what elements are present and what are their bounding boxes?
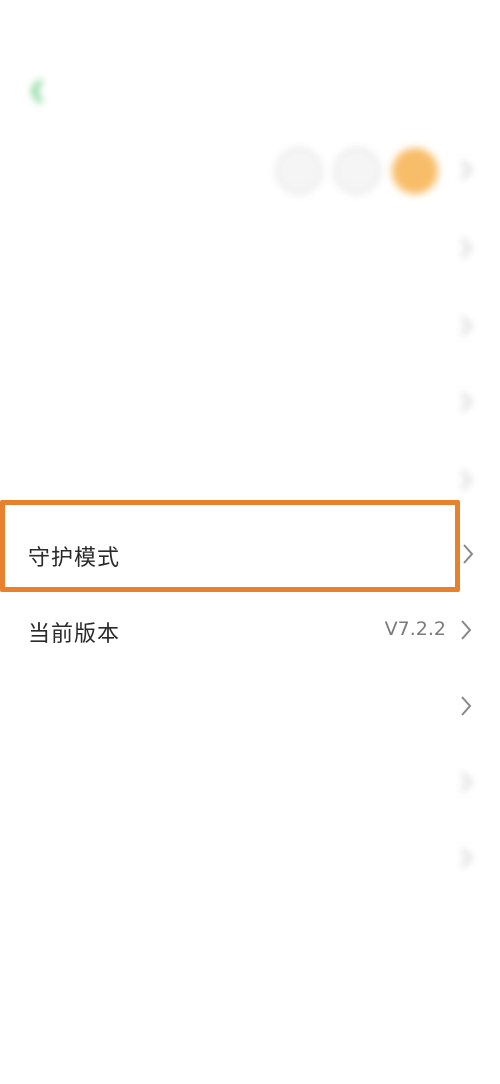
chevron-right-icon [458, 390, 474, 414]
chevron-right-icon [458, 694, 474, 718]
chevron-right-icon [458, 158, 474, 182]
chevron-right-icon [460, 542, 476, 566]
settings-row-10[interactable] [0, 822, 500, 900]
settings-row-3[interactable] [0, 290, 500, 368]
avatar-options [276, 148, 438, 194]
chevron-right-icon [458, 236, 474, 260]
header: ❮ [0, 56, 500, 132]
status-bar [0, 0, 500, 56]
chevron-right-icon [458, 468, 474, 492]
settings-row-4[interactable] [0, 366, 500, 444]
chevron-right-icon [458, 846, 474, 870]
settings-row-2[interactable] [0, 212, 500, 290]
row-label: 当前版本 [28, 622, 121, 647]
settings-row-about[interactable] [0, 670, 500, 748]
avatar[interactable] [334, 148, 380, 194]
settings-row-9[interactable] [0, 746, 500, 824]
chevron-right-icon [458, 314, 474, 338]
chevron-right-icon [458, 770, 474, 794]
avatar[interactable] [276, 148, 322, 194]
back-icon[interactable]: ❮ [28, 78, 46, 103]
settings-row-version[interactable]: 当前版本 V7.2.2 [0, 594, 500, 672]
chevron-right-icon [458, 618, 474, 642]
highlight-box [0, 500, 460, 592]
version-value: V7.2.2 [384, 618, 446, 640]
avatar[interactable] [392, 148, 438, 194]
settings-row-avatar[interactable] [0, 134, 500, 212]
